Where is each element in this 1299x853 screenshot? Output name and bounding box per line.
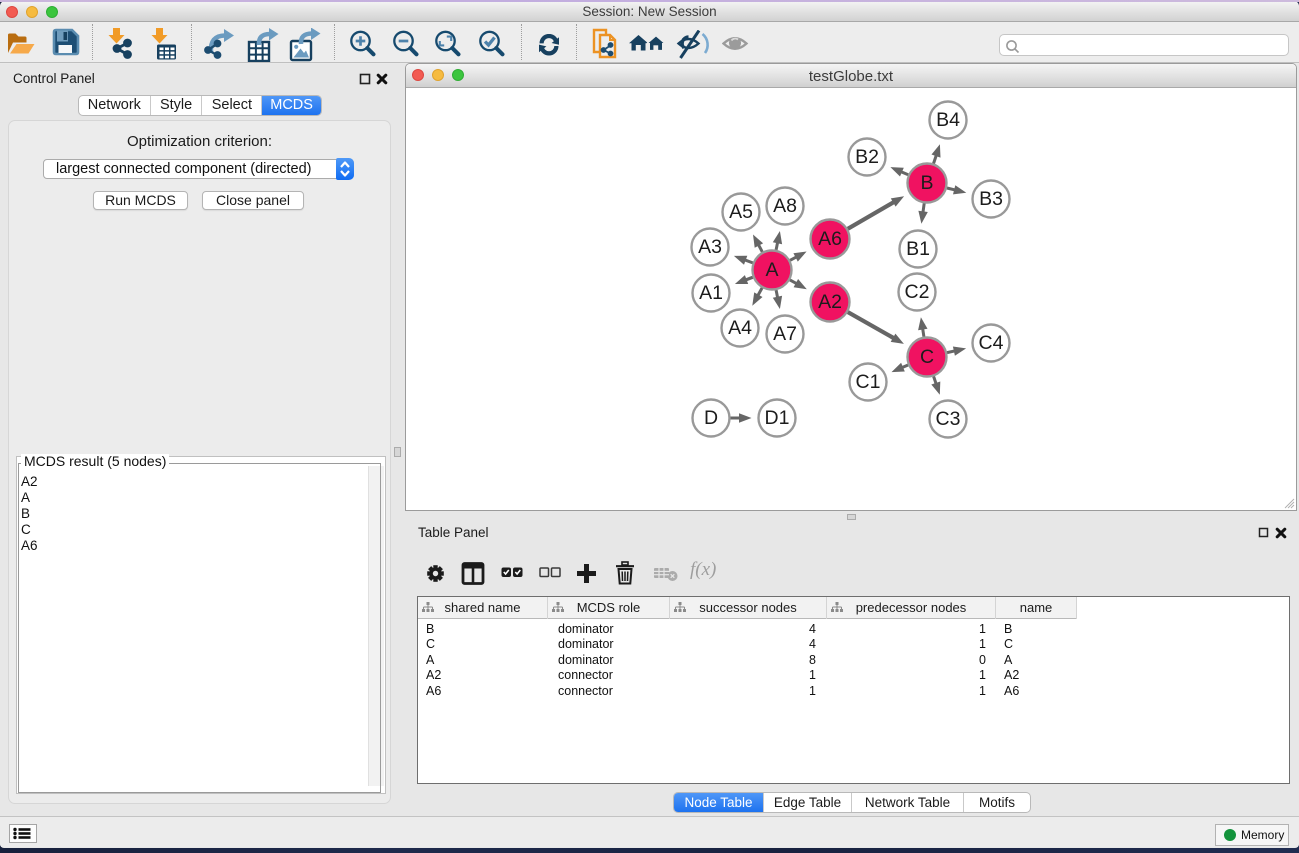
svg-text:C4: C4 <box>979 332 1004 354</box>
svg-text:B2: B2 <box>855 146 879 168</box>
svg-text:A: A <box>765 259 778 281</box>
svg-text:A8: A8 <box>773 195 797 217</box>
svg-text:C: C <box>920 346 934 368</box>
svg-text:C2: C2 <box>905 281 930 303</box>
svg-text:A3: A3 <box>698 236 722 258</box>
svg-text:B1: B1 <box>906 238 930 260</box>
svg-text:D1: D1 <box>765 407 790 429</box>
svg-text:D: D <box>704 407 718 429</box>
svg-text:B4: B4 <box>936 109 960 131</box>
svg-text:A1: A1 <box>699 282 723 304</box>
svg-text:C3: C3 <box>936 408 961 430</box>
svg-text:A6: A6 <box>818 228 842 250</box>
svg-text:B3: B3 <box>979 188 1003 210</box>
svg-text:A5: A5 <box>729 201 753 223</box>
svg-text:B: B <box>920 172 933 194</box>
svg-text:A4: A4 <box>728 317 752 339</box>
svg-text:A2: A2 <box>818 291 842 313</box>
svg-text:A7: A7 <box>773 323 797 345</box>
svg-text:C1: C1 <box>856 371 881 393</box>
